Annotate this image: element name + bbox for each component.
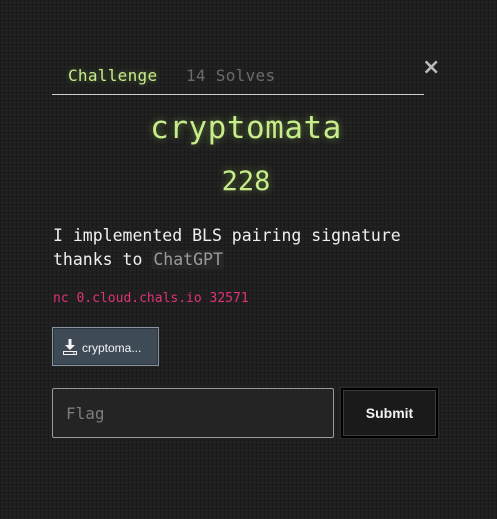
challenge-description: I implemented BLS pairing signature than… (53, 224, 433, 272)
challenge-title: cryptomata (150, 110, 342, 146)
challenge-modal: Challenge 14 Solves × cryptomata 228 I i… (0, 0, 497, 519)
challenge-points: 228 (221, 166, 271, 197)
file-download-button[interactable]: cryptoma... (52, 327, 159, 366)
tab-bar: Challenge 14 Solves (52, 62, 424, 95)
description-text: I implemented BLS pairing signature than… (53, 226, 401, 269)
connection-info: nc 0.cloud.chals.io 32571 (53, 291, 249, 306)
submit-button[interactable]: Submit (341, 388, 438, 438)
tab-solves[interactable]: 14 Solves (186, 66, 275, 85)
close-icon[interactable]: × (422, 57, 440, 79)
file-name: cryptoma... (82, 341, 142, 355)
tab-challenge[interactable]: Challenge (68, 66, 157, 85)
flag-input[interactable] (52, 388, 334, 438)
download-icon (63, 339, 77, 355)
description-link[interactable]: ChatGPT (152, 250, 224, 269)
